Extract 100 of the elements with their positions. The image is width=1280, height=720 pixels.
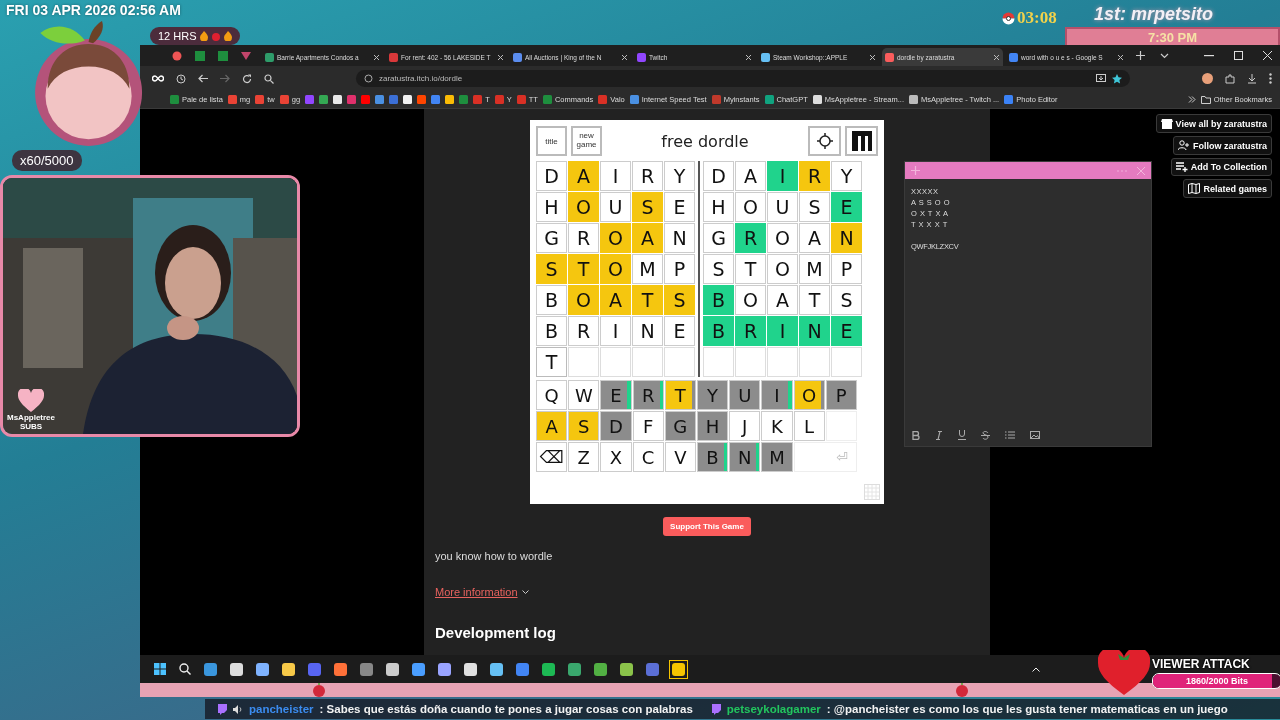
- title-button[interactable]: title: [536, 126, 567, 156]
- bookmark-icon[interactable]: [445, 95, 455, 104]
- settings-button[interactable]: [808, 126, 841, 156]
- install-icon[interactable]: [1096, 74, 1106, 83]
- chevron-down-icon[interactable]: [521, 589, 529, 595]
- close-icon[interactable]: [745, 53, 752, 61]
- letter-key[interactable]: K: [761, 411, 793, 441]
- itch-action-button[interactable]: Related games: [1183, 179, 1272, 198]
- apple-icon: [312, 683, 326, 697]
- taskbar-app-icon[interactable]: [256, 662, 269, 676]
- downloads-icon[interactable]: [1247, 73, 1257, 84]
- letter-key[interactable]: L: [793, 411, 825, 441]
- image-icon[interactable]: [1030, 431, 1040, 439]
- letter-tile: O: [735, 285, 766, 315]
- backspace-key[interactable]: ⌫: [536, 442, 568, 472]
- close-icon[interactable]: [1263, 51, 1272, 60]
- more-information-link[interactable]: More information: [435, 586, 518, 598]
- italic-icon[interactable]: [935, 430, 943, 440]
- taskbar-app-icon[interactable]: [438, 662, 451, 676]
- close-icon[interactable]: [1117, 53, 1124, 61]
- taskbar-app-icon[interactable]: [334, 662, 347, 676]
- letter-key[interactable]: U: [729, 380, 761, 410]
- letter-key[interactable]: O: [793, 380, 825, 410]
- windows-start-icon[interactable]: [154, 663, 166, 675]
- letter-key[interactable]: P: [825, 380, 857, 410]
- letter-key[interactable]: W: [568, 380, 600, 410]
- site-info-icon[interactable]: [364, 74, 373, 83]
- pinned-tab-icon[interactable]: [241, 50, 251, 61]
- letter-key[interactable]: I: [761, 380, 793, 410]
- taskbar-app-icon[interactable]: [412, 662, 425, 676]
- taskbar-app-icon[interactable]: [490, 662, 503, 676]
- taskbar-app-icon[interactable]: [620, 662, 633, 676]
- forward-icon[interactable]: [220, 74, 230, 83]
- taskbar-app-icon[interactable]: [386, 662, 399, 676]
- close-icon[interactable]: [497, 53, 504, 61]
- itch-action-button[interactable]: View all by zaratustra: [1155, 114, 1272, 133]
- taskbar-app-icon[interactable]: [672, 662, 685, 676]
- taskbar-app-icon[interactable]: [568, 662, 581, 676]
- search-icon[interactable]: [179, 663, 191, 675]
- bold-icon[interactable]: [912, 430, 920, 440]
- letter-key[interactable]: Q: [536, 380, 568, 410]
- infinity-icon[interactable]: [152, 75, 164, 82]
- strikethrough-icon[interactable]: [981, 430, 990, 440]
- taskbar-app-icon[interactable]: [204, 662, 217, 676]
- pinned-tab-icon[interactable]: [195, 50, 205, 61]
- taskbar-app-icon[interactable]: [230, 662, 243, 676]
- letter-tile: U: [600, 192, 631, 222]
- history-icon[interactable]: [176, 73, 186, 84]
- taskbar-app-icon[interactable]: [282, 662, 295, 676]
- star-icon[interactable]: [1112, 73, 1122, 84]
- letter-key[interactable]: R: [632, 380, 664, 410]
- letter-key[interactable]: X: [600, 442, 632, 472]
- letter-key[interactable]: E: [600, 380, 632, 410]
- letter-key[interactable]: S: [568, 411, 600, 441]
- menu-icon[interactable]: [1269, 73, 1272, 84]
- taskbar-app-icon[interactable]: [464, 662, 477, 676]
- bookmark-icon[interactable]: [333, 95, 343, 104]
- extensions-icon[interactable]: [1225, 73, 1235, 84]
- new-game-button[interactable]: new game: [571, 126, 602, 156]
- bookmark-icon[interactable]: [403, 95, 413, 104]
- underline-icon[interactable]: [958, 430, 966, 440]
- reload-icon[interactable]: [242, 73, 252, 84]
- letter-key[interactable]: B: [696, 442, 729, 472]
- taskbar-app-icon[interactable]: [542, 662, 555, 676]
- close-icon[interactable]: [869, 53, 876, 61]
- close-icon[interactable]: [993, 53, 1000, 61]
- pinned-tab-icon[interactable]: [218, 50, 228, 61]
- letter-key[interactable]: Z: [568, 442, 600, 472]
- pinned-tab-icon[interactable]: [172, 50, 182, 61]
- letter-tile: O: [568, 285, 599, 315]
- taskbar-app-icon[interactable]: [594, 662, 607, 676]
- close-icon[interactable]: [621, 53, 628, 61]
- tray-chevron-icon[interactable]: [1032, 666, 1040, 672]
- letter-key[interactable]: M: [761, 442, 793, 472]
- chevron-icon[interactable]: [1187, 96, 1196, 103]
- profile-icon[interactable]: [1202, 73, 1213, 84]
- letter-key[interactable]: D: [600, 411, 632, 441]
- letter-key[interactable]: V: [664, 442, 696, 472]
- letter-key[interactable]: C: [632, 442, 664, 472]
- letter-key[interactable]: T: [664, 380, 696, 410]
- close-icon[interactable]: [373, 53, 380, 61]
- tab-list-icon[interactable]: [1160, 52, 1169, 59]
- stats-button[interactable]: [845, 126, 878, 156]
- new-tab-icon[interactable]: [1136, 51, 1145, 60]
- letter-key[interactable]: J: [729, 411, 761, 441]
- subs-label: SUBS: [19, 422, 43, 431]
- back-icon[interactable]: [198, 74, 208, 83]
- list-icon[interactable]: [1005, 431, 1015, 439]
- itch-action-button[interactable]: Follow zaratustra: [1173, 136, 1272, 155]
- folder-icon: [1200, 95, 1211, 104]
- letter-key[interactable]: Y: [696, 380, 729, 410]
- letter-key[interactable]: N: [729, 442, 761, 472]
- itch-action-button[interactable]: Add To Collection: [1170, 158, 1272, 176]
- letter-key[interactable]: A: [536, 411, 568, 441]
- letter-key[interactable]: G: [664, 411, 696, 441]
- search-icon[interactable]: [264, 73, 274, 84]
- letter-key[interactable]: F: [632, 411, 664, 441]
- maximize-icon[interactable]: [1234, 51, 1243, 60]
- minimize-icon[interactable]: [1204, 54, 1214, 57]
- letter-key[interactable]: H: [696, 411, 729, 441]
